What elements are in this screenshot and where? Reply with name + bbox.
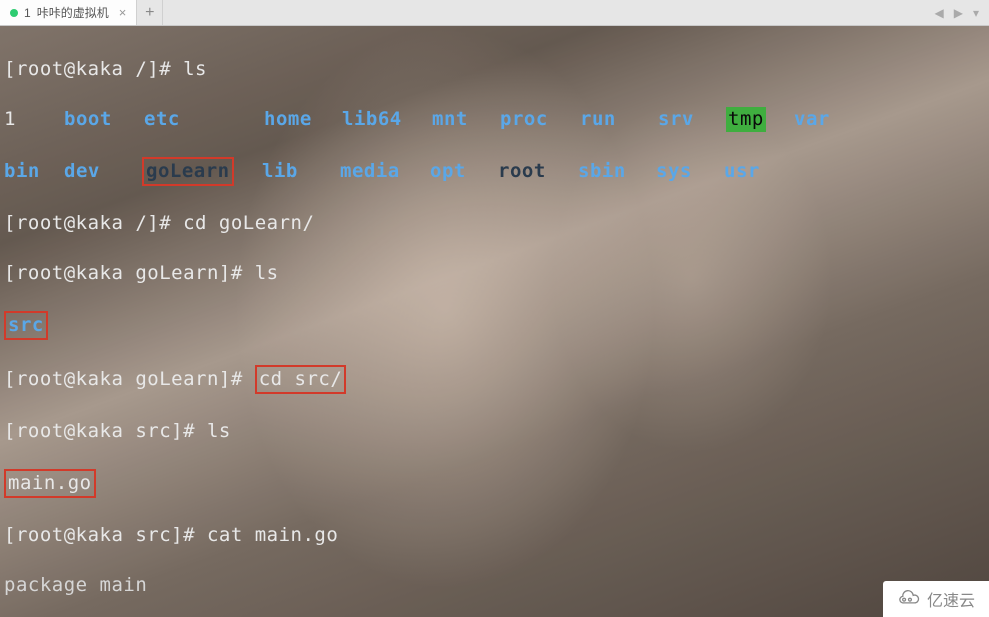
tab-scroll-controls: ◀ ▶ ▾: [925, 0, 989, 25]
watermark-badge: 亿速云: [883, 581, 989, 617]
code-line: package main: [4, 573, 985, 598]
tab-menu-icon[interactable]: ▾: [973, 6, 979, 20]
command-cd-golearn: cd goLearn/: [183, 212, 314, 234]
cloud-icon: [895, 590, 921, 608]
command-ls: ls: [207, 420, 231, 442]
status-dot-icon: [10, 9, 18, 17]
prompt: [root@kaka src]#: [4, 524, 207, 546]
prompt: [root@kaka goLearn]#: [4, 368, 255, 390]
watermark-text: 亿速云: [927, 587, 975, 611]
ls-root-row2: bindevgoLearnlibmediaoptrootsbinsysusr: [4, 157, 985, 186]
highlight-golearn: goLearn: [142, 157, 234, 186]
terminal-output[interactable]: [root@kaka /]# ls 1bootetchomelib64mntpr…: [0, 26, 989, 617]
prompt: [root@kaka /]#: [4, 212, 183, 234]
command-cat: cat main.go: [207, 524, 338, 546]
close-icon[interactable]: ×: [119, 5, 127, 20]
command-ls: ls: [183, 58, 207, 80]
ls-root-row1: 1bootetchomelib64mntprocrunsrvtmpvar: [4, 107, 985, 132]
add-tab-button[interactable]: +: [137, 0, 163, 25]
highlight-main-go: main.go: [4, 469, 96, 498]
tab-scroll-right-icon[interactable]: ▶: [954, 6, 963, 20]
prompt: [root@kaka /]#: [4, 58, 183, 80]
command-ls: ls: [255, 262, 279, 284]
tab-index: 1: [24, 6, 31, 20]
highlight-src: src: [4, 311, 48, 340]
prompt: [root@kaka goLearn]#: [4, 262, 255, 284]
tab-scroll-left-icon[interactable]: ◀: [935, 6, 944, 20]
tab-bar: 1 咔咔的虚拟机 × + ◀ ▶ ▾: [0, 0, 989, 26]
tab-session-1[interactable]: 1 咔咔的虚拟机 ×: [0, 0, 137, 25]
prompt: [root@kaka src]#: [4, 420, 207, 442]
highlight-cd-src: cd src/: [255, 365, 347, 394]
tab-title: 咔咔的虚拟机: [37, 4, 109, 21]
